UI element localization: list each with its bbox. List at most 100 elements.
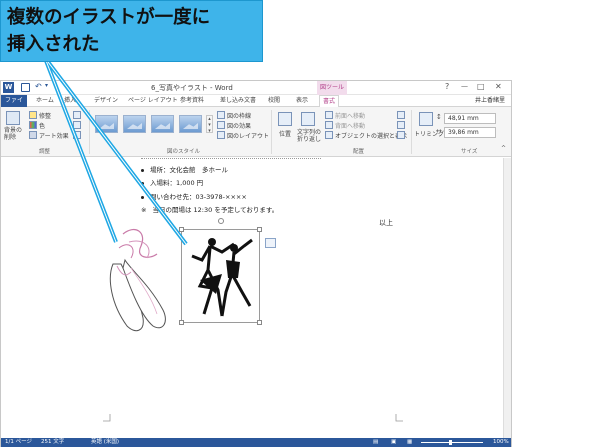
picture-border-button[interactable]: 図の枠線 bbox=[227, 111, 251, 120]
tab-insert[interactable]: 挿入 bbox=[61, 95, 79, 107]
group-size-title: サイズ bbox=[461, 149, 478, 155]
layout-options-icon[interactable] bbox=[265, 238, 276, 248]
picture-border-icon bbox=[217, 111, 225, 119]
word-window: W ↶ ▾ 6_写真やイラスト - Word 図ツール ? — □ ✕ ファイル… bbox=[0, 80, 512, 447]
remove-background-button[interactable]: 背景の削除 bbox=[4, 127, 24, 141]
note-line: ※ 当日の開場は 12:30 を予定しております。 bbox=[141, 204, 278, 214]
account-name[interactable]: 井上香緒里 bbox=[475, 95, 505, 107]
save-icon[interactable] bbox=[21, 83, 30, 92]
picture-layout-button[interactable]: 図のレイアウト bbox=[227, 131, 269, 140]
close-button[interactable]: ✕ bbox=[495, 82, 502, 91]
web-layout-icon[interactable]: ▦ bbox=[407, 438, 412, 447]
note-text: 当日の開場は 12:30 を予定しております。 bbox=[152, 206, 279, 214]
group-separator bbox=[411, 110, 412, 154]
picture-style-1[interactable] bbox=[95, 115, 118, 133]
tab-format[interactable]: 書式 bbox=[319, 95, 340, 107]
page-count[interactable]: 1/1 ページ bbox=[5, 438, 32, 447]
customize-qat-icon[interactable]: ▾ bbox=[45, 82, 48, 89]
read-mode-icon[interactable]: ▤ bbox=[373, 438, 378, 447]
picture-style-3[interactable] bbox=[151, 115, 174, 133]
help-button[interactable]: ? bbox=[445, 82, 449, 91]
vertical-scrollbar[interactable] bbox=[503, 158, 511, 438]
callout-text: 複数のイラストが一度に 挿入された bbox=[7, 7, 211, 55]
collapse-ribbon-icon[interactable]: ^ bbox=[501, 145, 506, 152]
resize-handle[interactable] bbox=[257, 320, 262, 325]
zoom-slider[interactable] bbox=[421, 442, 483, 443]
position-button[interactable]: 位置 bbox=[279, 129, 291, 138]
bullet-icon bbox=[141, 195, 144, 199]
document-page[interactable]: 場所：文化会館 多ホール 入場料：1,000 円 問い合わせ先：03-3978-… bbox=[1, 158, 503, 438]
send-backward-button[interactable]: 背面へ移動 bbox=[335, 121, 365, 130]
wrap-text-button[interactable]: 文字列の折り返し bbox=[296, 129, 322, 143]
remove-background-icon[interactable] bbox=[6, 111, 20, 125]
title-bar: W ↶ ▾ 6_写真やイラスト - Word 図ツール ? — □ ✕ bbox=[1, 81, 511, 95]
width-input[interactable]: 39,86 mm bbox=[444, 127, 496, 138]
picture-tools-context-label: 図ツール bbox=[317, 81, 347, 95]
tab-review[interactable]: 校閲 bbox=[265, 95, 283, 107]
group-objects-icon[interactable] bbox=[397, 121, 405, 129]
group-separator bbox=[271, 110, 272, 154]
zoom-level[interactable]: 100% bbox=[493, 438, 509, 447]
ribbon: 背景の削除 修整 色 アート効果 調整 ▴ ▾ ▾ 図の枠線 図の効果 図のレイアウ… bbox=[1, 107, 511, 157]
height-input[interactable]: 48,91 mm bbox=[444, 113, 496, 124]
place-text: 場所：文化会館 多ホール bbox=[150, 166, 228, 174]
previous-line-fragment bbox=[141, 156, 321, 159]
note-mark: ※ bbox=[141, 206, 147, 214]
fee-text: 入場料：1,000 円 bbox=[150, 179, 204, 187]
tab-file[interactable]: ファイル bbox=[1, 95, 27, 116]
crop-icon[interactable] bbox=[419, 112, 433, 126]
corrections-icon bbox=[29, 111, 37, 119]
ribbon-tabs: ファイル ホーム 挿入 デザイン ページ レイアウト 参考資料 差し込み文書 校… bbox=[1, 95, 511, 116]
send-backward-icon bbox=[325, 121, 333, 129]
picture-style-2[interactable] bbox=[123, 115, 146, 133]
dancers-illustration bbox=[191, 238, 253, 317]
reset-picture-icon[interactable] bbox=[73, 131, 81, 139]
tab-references[interactable]: 参考資料 bbox=[177, 95, 207, 107]
undo-icon[interactable]: ↶ bbox=[35, 82, 42, 91]
artistic-effects-button[interactable]: アート効果 bbox=[39, 131, 69, 140]
color-icon bbox=[29, 121, 37, 129]
picture-style-4[interactable] bbox=[179, 115, 202, 133]
bring-forward-button[interactable]: 前面へ移動 bbox=[335, 111, 365, 120]
picture-layout-icon bbox=[217, 131, 225, 139]
align-icon[interactable] bbox=[397, 111, 405, 119]
ballet-shoes-illustration[interactable] bbox=[105, 224, 189, 336]
minimize-button[interactable]: — bbox=[461, 82, 468, 90]
rotate-icon[interactable] bbox=[397, 131, 405, 139]
bullet-place: 場所：文化会館 多ホール bbox=[141, 164, 228, 174]
change-picture-icon[interactable] bbox=[73, 121, 81, 129]
bullet-icon bbox=[141, 168, 144, 172]
picture-effects-icon bbox=[217, 121, 225, 129]
maximize-button[interactable]: □ bbox=[477, 82, 485, 91]
word-app-icon[interactable]: W bbox=[3, 82, 14, 93]
group-separator bbox=[89, 110, 90, 154]
tab-home[interactable]: ホーム bbox=[33, 95, 57, 107]
tab-view[interactable]: 表示 bbox=[293, 95, 311, 107]
wrap-text-icon[interactable] bbox=[301, 112, 315, 126]
rotate-handle[interactable] bbox=[218, 218, 224, 224]
tab-mailings[interactable]: 差し込み文書 bbox=[217, 95, 259, 107]
compress-pictures-icon[interactable] bbox=[73, 111, 81, 119]
bullet-fee: 入場料：1,000 円 bbox=[141, 177, 203, 187]
annotation-callout: 複数のイラストが一度に 挿入された bbox=[0, 0, 263, 62]
tab-page-layout[interactable]: ページ レイアウト bbox=[125, 95, 181, 107]
position-icon[interactable] bbox=[278, 112, 292, 126]
closing-text: 以上 bbox=[379, 219, 393, 227]
zoom-slider-thumb[interactable] bbox=[449, 440, 452, 445]
picture-effects-button[interactable]: 図の効果 bbox=[227, 121, 251, 130]
language-status[interactable]: 英語 (米国) bbox=[91, 438, 119, 447]
word-count[interactable]: 251 文字 bbox=[41, 438, 64, 447]
resize-handle[interactable] bbox=[257, 227, 262, 232]
print-layout-icon[interactable]: ▣ bbox=[391, 438, 396, 447]
status-bar: 1/1 ページ 251 文字 英語 (米国) ▤ ▣ ▦ 100% bbox=[1, 438, 511, 447]
resize-handle[interactable] bbox=[179, 227, 184, 232]
width-icon: ↔ bbox=[436, 127, 442, 135]
resize-handle[interactable] bbox=[179, 320, 184, 325]
tab-design[interactable]: デザイン bbox=[91, 95, 121, 107]
color-button[interactable]: 色 bbox=[39, 121, 45, 130]
contact-text: 問い合わせ先：03-3978-×××× bbox=[150, 193, 247, 201]
dancers-picture-selected[interactable] bbox=[179, 218, 262, 325]
styles-more-icon[interactable]: ▴ ▾ ▾ bbox=[206, 115, 213, 134]
bring-forward-icon bbox=[325, 111, 333, 119]
corrections-button[interactable]: 修整 bbox=[39, 111, 51, 120]
